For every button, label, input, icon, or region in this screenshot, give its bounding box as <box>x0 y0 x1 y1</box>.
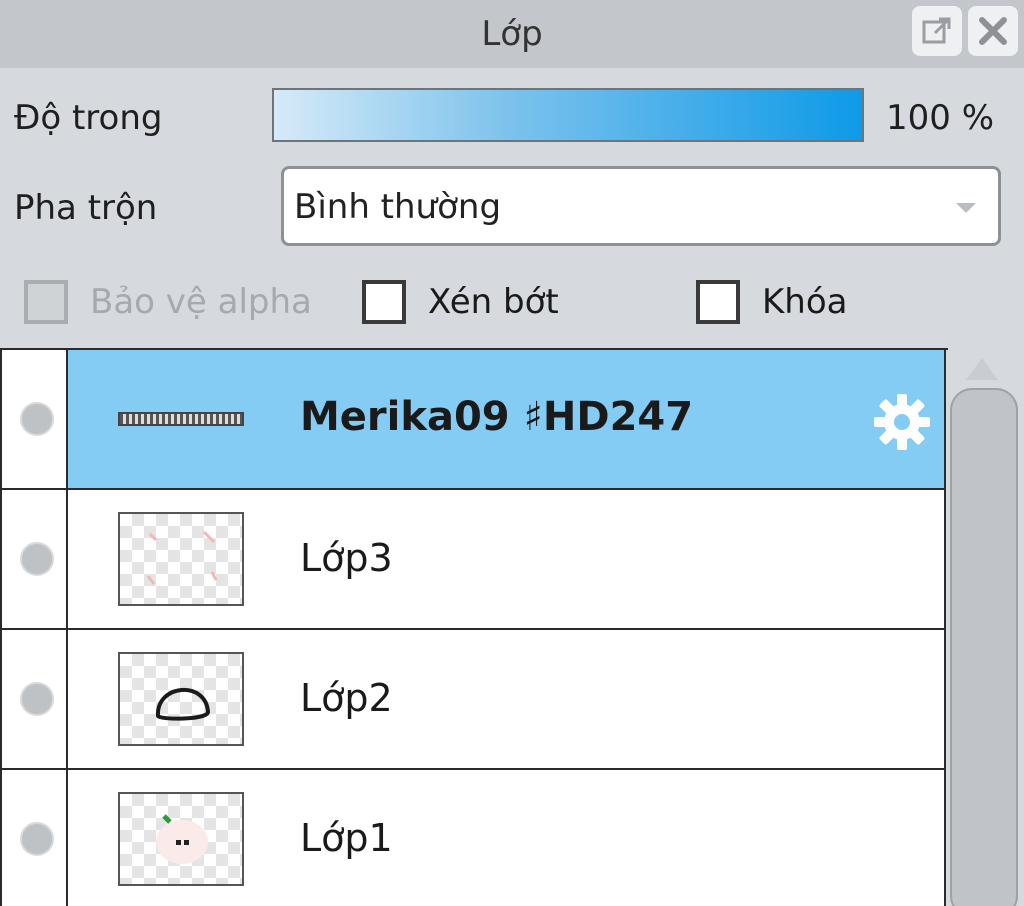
layer-list-scrollbar[interactable] <box>950 388 1018 906</box>
visibility-toggle-icon[interactable] <box>20 542 54 576</box>
visibility-toggle-icon[interactable] <box>20 402 54 436</box>
blend-mode-value: Bình thường <box>294 187 502 227</box>
opacity-label: Độ trong <box>14 98 163 138</box>
chevron-down-icon <box>956 203 976 213</box>
scroll-up-icon[interactable] <box>966 358 998 380</box>
layer-content[interactable]: Lớp2 <box>68 630 946 768</box>
popout-button[interactable] <box>912 6 962 56</box>
opacity-slider[interactable] <box>272 88 864 142</box>
layer-row[interactable]: Lớp2 <box>0 630 946 770</box>
layer-list: Merika09 ♯HD247 Lớp3 Lớp2 Lớp1 <box>0 348 948 906</box>
layer-content[interactable]: Merika09 ♯HD247 <box>68 350 946 488</box>
layer-content[interactable]: Lớp3 <box>68 490 946 628</box>
panel-titlebar: Lớp <box>0 0 1024 68</box>
layer-thumbnail <box>118 652 244 746</box>
popout-icon <box>922 17 951 44</box>
layer-thumbnail <box>118 792 244 886</box>
layer-thumbnail <box>118 512 244 606</box>
visibility-cell[interactable] <box>0 350 68 488</box>
close-icon <box>979 17 1007 45</box>
protect-alpha-checkbox <box>24 280 68 324</box>
visibility-toggle-icon[interactable] <box>20 682 54 716</box>
lock-label: Khóa <box>762 282 848 322</box>
protect-alpha-label: Bảo vệ alpha <box>90 282 312 322</box>
clip-label: Xén bớt <box>428 282 559 322</box>
blend-label: Pha trộn <box>14 188 158 228</box>
layer-name: Lớp2 <box>300 676 393 720</box>
layer-row[interactable]: Lớp1 <box>0 770 946 906</box>
opacity-value: 100 % <box>886 98 995 138</box>
visibility-cell[interactable] <box>0 630 68 768</box>
layer-content[interactable]: Lớp1 <box>68 770 946 906</box>
visibility-cell[interactable] <box>0 490 68 628</box>
visibility-toggle-icon[interactable] <box>20 822 54 856</box>
layer-thumbnail <box>118 412 244 426</box>
layer-name: Merika09 ♯HD247 <box>300 394 694 440</box>
lock-checkbox[interactable] <box>696 280 740 324</box>
close-button[interactable] <box>968 6 1018 56</box>
visibility-cell[interactable] <box>0 770 68 906</box>
clip-checkbox[interactable] <box>362 280 406 324</box>
layer-row[interactable]: Merika09 ♯HD247 <box>0 350 946 490</box>
layer-row[interactable]: Lớp3 <box>0 490 946 630</box>
gear-icon[interactable] <box>870 390 934 454</box>
layer-name: Lớp1 <box>300 816 393 860</box>
panel-title: Lớp <box>481 14 543 54</box>
blend-mode-select[interactable]: Bình thường <box>281 166 1001 246</box>
layer-name: Lớp3 <box>300 536 393 580</box>
